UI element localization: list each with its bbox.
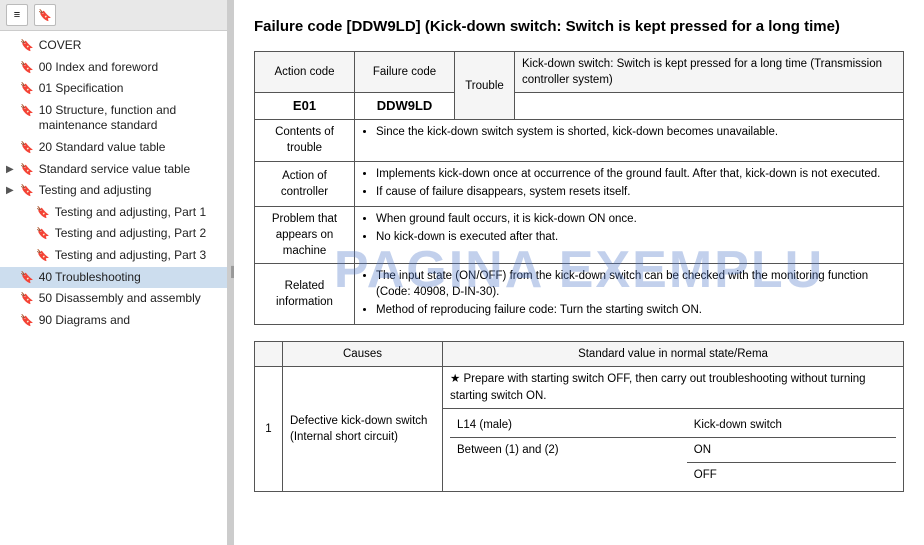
bookmark-nav-icon: 🔖 — [20, 292, 34, 306]
row-num-1: 1 — [255, 367, 283, 491]
sidebar-item-testing-adj[interactable]: ▶ 🔖 Testing and adjusting — [0, 180, 227, 202]
failure-code-table: Action code Failure code Trouble Kick-do… — [254, 51, 904, 325]
bookmark-nav-icon: 🔖 — [20, 141, 34, 155]
col-standard-value: Standard value in normal state/Rema — [443, 342, 904, 367]
nav-item-label: 01 Specification — [39, 81, 221, 97]
bookmark-nav-icon: 🔖 — [20, 61, 34, 75]
val-off: OFF — [687, 462, 896, 487]
expand-arrow: ▶ — [6, 163, 16, 176]
col-failure-code: Failure code — [355, 52, 455, 93]
sidebar-item-testing-adj-2[interactable]: 🔖 Testing and adjusting, Part 2 — [0, 223, 227, 245]
sidebar-toolbar: ≡ 🔖 — [0, 0, 227, 31]
sidebar-item-testing-adj-1[interactable]: 🔖 Testing and adjusting, Part 1 — [0, 202, 227, 224]
sidebar-item-disassembly[interactable]: 🔖 50 Disassembly and assembly — [0, 288, 227, 310]
bookmark-nav-icon: 🔖 — [20, 184, 34, 198]
causes-table: Causes Standard value in normal state/Re… — [254, 341, 904, 492]
bookmark-icon[interactable]: 🔖 — [34, 4, 56, 26]
bookmark-nav-icon: 🔖 — [20, 82, 34, 96]
sidebar-item-diagrams[interactable]: 🔖 90 Diagrams and — [0, 310, 227, 332]
sidebar-item-cover[interactable]: 🔖 COVER — [0, 35, 227, 57]
nav-item-label: Testing and adjusting, Part 2 — [55, 226, 221, 242]
measure-kickdown: Kick-down switch — [687, 413, 896, 438]
sidebar-item-spec[interactable]: 🔖 01 Specification — [0, 78, 227, 100]
connector-l14: L14 (male) — [450, 413, 687, 438]
nav-item-label: 40 Troubleshooting — [39, 270, 221, 286]
row-action-controller: Implements kick-down once at occurrence … — [355, 161, 904, 206]
sidebar-item-service-value[interactable]: ▶ 🔖 Standard service value table — [0, 159, 227, 181]
bookmark-nav-icon: 🔖 — [20, 104, 34, 118]
row-label-related: Relatedinformation — [255, 264, 355, 325]
action-code-value: E01 — [255, 93, 355, 120]
nav-item-label: 50 Disassembly and assembly — [39, 291, 221, 307]
page-title: Failure code [DDW9LD] (Kick-down switch:… — [254, 16, 904, 37]
nav-item-label: 00 Index and foreword — [39, 60, 221, 76]
row-related-info: The input state (ON/OFF) from the kick-d… — [355, 264, 904, 325]
row-cause-1: Defective kick-down switch (Internal sho… — [283, 367, 443, 491]
col-causes: Causes — [283, 342, 443, 367]
bookmark-nav-icon: 🔖 — [20, 39, 34, 53]
bookmark-nav-icon: 🔖 — [36, 206, 50, 220]
bookmark-nav-icon: 🔖 — [20, 163, 34, 177]
col-trouble: Trouble — [455, 52, 515, 120]
nav-item-label: 90 Diagrams and — [39, 313, 221, 329]
sidebar-item-structure[interactable]: 🔖 10 Structure, function and maintenance … — [0, 100, 227, 137]
sidebar: ≡ 🔖 🔖 COVER 🔖 00 Index and foreword 🔖 01 Spec… — [0, 0, 228, 545]
nav-item-label: Testing and adjusting — [39, 183, 221, 199]
row-contents-trouble: Since the kick-down switch system is sho… — [355, 120, 904, 161]
col-num — [255, 342, 283, 367]
nav-item-label: Testing and adjusting, Part 3 — [55, 248, 221, 264]
nav-item-label: Standard service value table — [39, 162, 221, 178]
col-trouble-desc: Kick-down switch: Switch is kept pressed… — [515, 52, 904, 93]
sidebar-item-index[interactable]: 🔖 00 Index and foreword — [0, 57, 227, 79]
row-connector-measure: L14 (male) Kick-down switch Between (1) … — [443, 408, 904, 491]
nav-item-label: Testing and adjusting, Part 1 — [55, 205, 221, 221]
nav-item-label: 10 Structure, function and maintenance s… — [39, 103, 221, 134]
row-label-action: Action ofcontroller — [255, 161, 355, 206]
sidebar-item-troubleshooting[interactable]: 🔖 40 Troubleshooting — [0, 267, 227, 289]
failure-code-value: DDW9LD — [355, 93, 455, 120]
bookmark-nav-icon: 🔖 — [36, 227, 50, 241]
bookmark-nav-icon: 🔖 — [36, 249, 50, 263]
row-label-problem: Problem thatappears onmachine — [255, 206, 355, 263]
nav-item-label: 20 Standard value table — [39, 140, 221, 156]
bookmark-nav-icon: 🔖 — [20, 314, 34, 328]
expand-arrow: ▶ — [6, 184, 16, 197]
row-label-contents: Contents oftrouble — [255, 120, 355, 161]
val-on: ON — [687, 437, 896, 462]
sidebar-item-standard-value[interactable]: 🔖 20 Standard value table — [0, 137, 227, 159]
sidebar-nav: 🔖 COVER 🔖 00 Index and foreword 🔖 01 Specific… — [0, 31, 227, 545]
main-content: PAGINA EXEMPLU Failure code [DDW9LD] (Ki… — [234, 0, 924, 545]
bookmark-nav-icon: 🔖 — [20, 271, 34, 285]
row-prepare: ★ Prepare with starting switch OFF, then… — [443, 367, 904, 408]
trouble-desc-empty — [515, 93, 904, 120]
between-label: Between (1) and (2) — [450, 437, 687, 487]
row-problem-machine: When ground fault occurs, it is kick-dow… — [355, 206, 904, 263]
sidebar-item-testing-adj-3[interactable]: 🔖 Testing and adjusting, Part 3 — [0, 245, 227, 267]
nav-item-label: COVER — [39, 38, 221, 54]
col-action-code: Action code — [255, 52, 355, 93]
menu-icon[interactable]: ≡ — [6, 4, 28, 26]
